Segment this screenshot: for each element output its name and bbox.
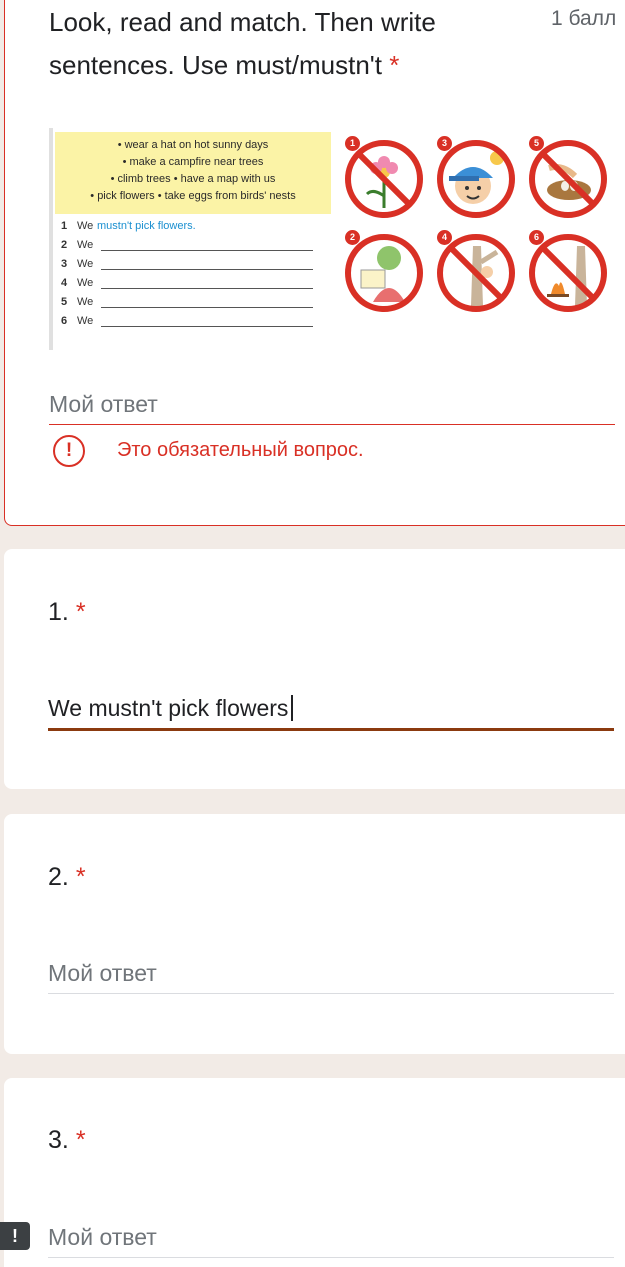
answer-input-2[interactable]: Мой ответ (48, 960, 614, 994)
phrase-box: • wear a hat on hot sunny days • make a … (55, 132, 331, 214)
question-title: Look, read and match. Then write sentenc… (49, 7, 436, 80)
map-kid-icon: 2 (343, 230, 425, 314)
no-flower-picking-icon: 1 (343, 136, 425, 220)
phrase-line: • wear a hat on hot sunny days (117, 139, 269, 151)
sentence-lines: 1 We mustn't pick flowers. 2 We 3 We 4 W… (61, 218, 331, 332)
required-asterisk: * (389, 50, 400, 80)
no-nest-icon: 5 (527, 136, 609, 220)
alert-icon[interactable]: ! (0, 1222, 30, 1250)
example-answer: mustn't pick flowers. (97, 220, 196, 232)
hat-boy-icon: 3 (435, 136, 517, 220)
sentence-line: 2 We (61, 237, 331, 256)
required-asterisk: * (75, 1126, 86, 1154)
required-asterisk: * (75, 863, 86, 891)
error-icon: ! (53, 435, 85, 467)
phrase-line: • make a campfire near trees (122, 156, 264, 168)
answer-input-1[interactable]: We mustn't pick flowers (48, 695, 614, 731)
question-label: 3. * (48, 1126, 86, 1154)
question-image: • wear a hat on hot sunny days • make a … (49, 128, 609, 350)
sentence-line: 3 We (61, 256, 331, 275)
question-label: 2. * (48, 863, 86, 891)
sentence-line: 6 We (61, 313, 331, 332)
question-card-1: 1. * We mustn't pick flowers (4, 549, 625, 789)
phrase-line: • pick flowers • take eggs from birds' n… (90, 190, 296, 202)
answer-input[interactable]: Мой ответ (49, 391, 615, 425)
answer-input-3[interactable]: Мой ответ (48, 1224, 614, 1258)
error-message: Это обязательный вопрос. (117, 439, 364, 461)
phrase-line: • climb trees • have a map with us (110, 173, 276, 185)
question-label: 1. * (48, 598, 86, 626)
text-caret (291, 695, 293, 721)
question-card-3: 3. * Мой ответ (4, 1078, 625, 1267)
sentence-line: 4 We (61, 275, 331, 294)
question-card-2: 2. * Мой ответ (4, 814, 625, 1054)
no-campfire-icon: 6 (527, 230, 609, 314)
sentence-line: 5 We (61, 294, 331, 313)
question-card-main: Look, read and match. Then write sentenc… (4, 0, 625, 526)
no-tree-climbing-icon: 4 (435, 230, 517, 314)
sign-grid: 1 3 5 2 4 6 (335, 132, 611, 342)
points-label: 1 балл (551, 7, 617, 30)
sentence-line: 1 We mustn't pick flowers. (61, 220, 196, 232)
required-asterisk: * (75, 598, 86, 626)
